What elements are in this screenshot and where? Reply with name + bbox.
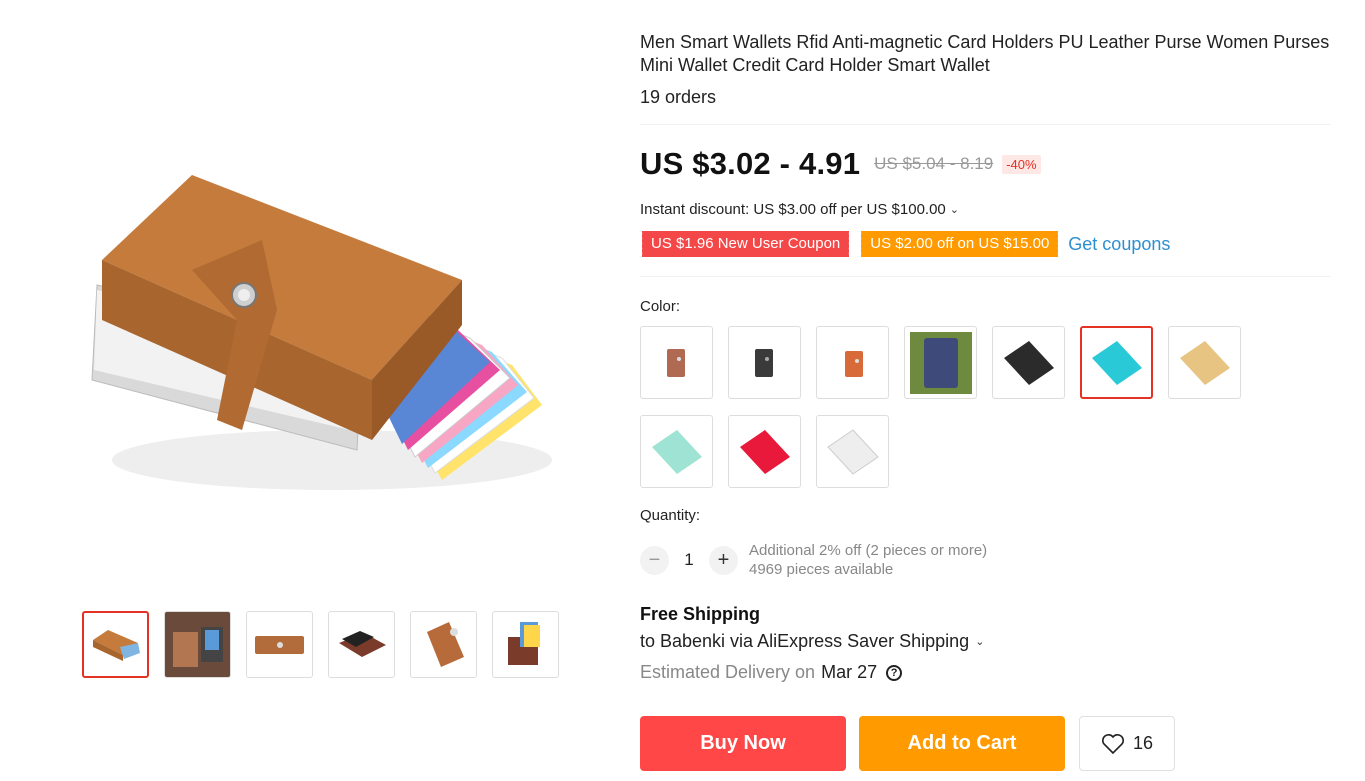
color-swatch-brown[interactable] [640,326,713,399]
store-coupon[interactable]: US $2.00 off on US $15.00 [859,231,1059,257]
order-count: 19 orders [640,87,717,107]
coupon-row: US $1.96 New User Coupon US $2.00 off on… [639,231,1170,257]
main-product-image[interactable] [72,130,572,550]
thumbnail-6[interactable] [492,611,559,678]
color-swatch-orange[interactable] [816,326,889,399]
chevron-down-icon: ⌄ [975,636,985,648]
chevron-down-icon: ⌄ [949,204,959,216]
color-swatches [640,326,1260,488]
color-swatch-mint[interactable] [640,415,713,488]
color-swatch-silver[interactable] [816,415,889,488]
add-to-cart-button[interactable]: Add to Cart [859,716,1065,771]
thumbnail-1[interactable] [82,611,149,678]
quantity-discount-note: Additional 2% off (2 pieces or more) [749,542,988,559]
get-coupons-link[interactable]: Get coupons [1068,234,1170,255]
new-user-coupon[interactable]: US $1.96 New User Coupon [639,231,850,257]
quantity-label: Quantity: [640,507,701,524]
thumbnail-2[interactable] [164,611,231,678]
instant-discount-label: Instant discount: US $3.00 off per US $1… [640,201,946,218]
color-swatch-black-leather[interactable] [728,326,801,399]
help-circle-icon[interactable]: ? [886,664,903,681]
quantity-stepper: − 1 + Additional 2% off (2 pieces or mor… [640,541,987,579]
action-buttons: Buy Now Add to Cart 16 [640,716,1175,771]
color-swatch-red[interactable] [728,415,801,488]
price-row: US $3.02 - 4.91 US $5.04 - 8.19 -40% [640,146,1041,182]
divider [640,276,1330,277]
quantity-value[interactable]: 1 [669,550,709,570]
estimated-delivery-date: Mar 27 [821,662,878,682]
estimated-delivery-label: Estimated Delivery on [640,662,816,682]
shipping-title: Free Shipping [640,604,761,624]
estimated-delivery: Estimated Delivery on Mar 27 ? [640,662,903,683]
pieces-available: 4969 pieces available [749,561,894,578]
shipping-destination[interactable]: to Babenki via AliExpress Saver Shipping… [640,631,984,652]
buy-now-button[interactable]: Buy Now [640,716,846,771]
minus-icon[interactable]: − [640,545,669,575]
color-swatch-sky-blue[interactable] [1080,326,1153,399]
quantity-note: Additional 2% off (2 pieces or more) 496… [749,541,987,579]
wishlist-button[interactable]: 16 [1079,716,1175,771]
color-swatch-navy[interactable] [904,326,977,399]
color-label: Color: [640,298,681,315]
thumbnail-strip [82,611,559,678]
wishlist-count: 16 [1132,733,1154,753]
current-price: US $3.02 - 4.91 [640,146,861,181]
instant-discount[interactable]: Instant discount: US $3.00 off per US $1… [640,201,959,218]
thumbnail-3[interactable] [246,611,313,678]
discount-badge: -40% [1002,154,1041,174]
color-swatch-gold[interactable] [1168,326,1241,399]
heart-icon [1101,733,1124,754]
product-title: Men Smart Wallets Rfid Anti-magnetic Car… [640,32,1330,75]
divider [640,124,1330,125]
thumbnail-5[interactable] [410,611,477,678]
thumbnail-4[interactable] [328,611,395,678]
color-swatch-black[interactable] [992,326,1065,399]
shipping-destination-label: to Babenki via AliExpress Saver Shipping [640,631,970,651]
plus-icon[interactable]: + [709,545,738,575]
original-price: US $5.04 - 8.19 [874,154,994,173]
